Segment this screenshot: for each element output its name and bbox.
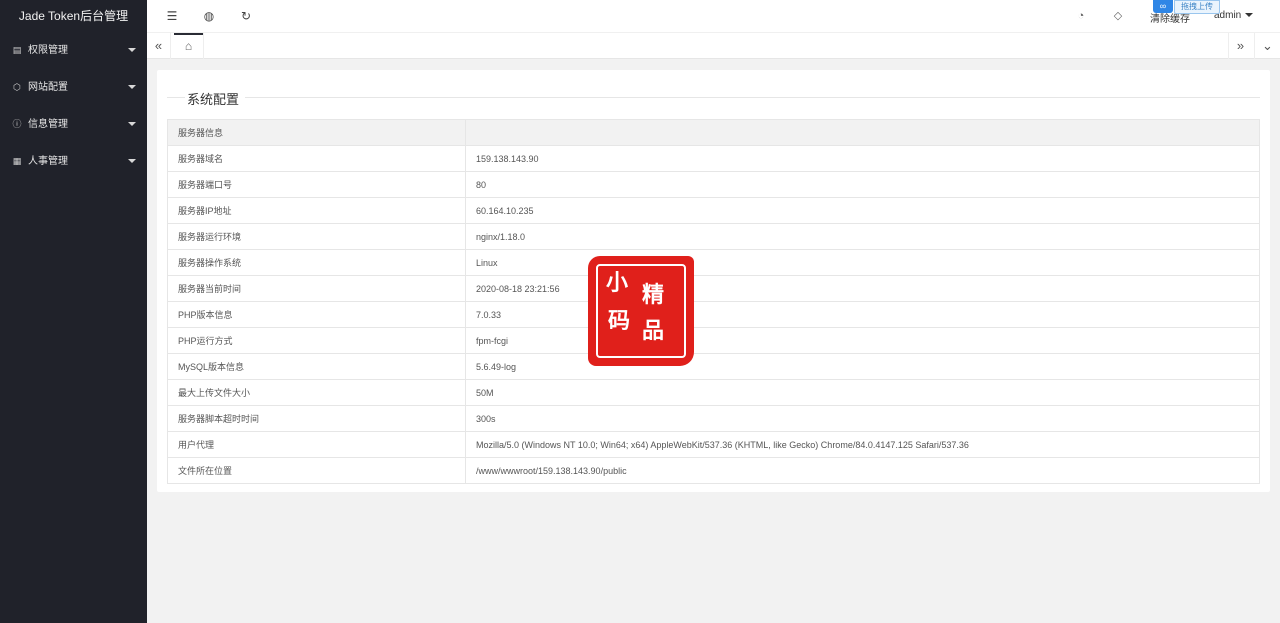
row-value: 5.6.49-log [465,353,1260,380]
row-value: Mozilla/5.0 (Windows NT 10.0; Win64; x64… [465,431,1260,458]
stamp-char: 品 [642,318,665,344]
table-row: 最大上传文件大小 50M [167,379,1260,406]
cloud-logo-icon[interactable]: ∞ [1153,0,1173,13]
chevron-down-icon [128,122,136,126]
sidebar-item-label: 信息管理 [28,119,68,130]
row-value: 7.0.33 [465,301,1260,328]
table-row: 用户代理 Mozilla/5.0 (Windows NT 10.0; Win64;… [167,431,1260,458]
menu-toggle-icon[interactable]: ☰ [165,9,179,23]
row-key: 用户代理 [167,431,466,458]
row-value: 159.138.143.90 [465,145,1260,172]
globe-icon[interactable]: ◍ [202,9,216,23]
sidebar-item-label: 人事管理 [28,156,68,167]
row-key: 最大上传文件大小 [167,379,466,406]
top-header: ☰ ◍ ↻ ◔ ◇ 清除缓存 admin [147,0,1280,32]
row-key: 服务器端口号 [167,171,466,198]
row-key: 服务器当前时间 [167,275,466,302]
tabs-menu-chevron-icon[interactable]: ⌄ [1254,33,1280,59]
row-key: PHP版本信息 [167,301,466,328]
watermark-stamp: 小 精 码 品 [590,258,692,364]
row-key: 服务器IP地址 [167,197,466,224]
row-key: MySQL版本信息 [167,353,466,380]
table-row: 服务器IP地址 60.164.10.235 [167,197,1260,224]
divider [245,97,1260,98]
theme-icon[interactable]: ◔ [1074,9,1088,23]
row-key: PHP运行方式 [167,327,466,354]
table-row: MySQL版本信息 5.6.49-log [167,353,1260,380]
divider [167,97,185,98]
chevron-down-icon [128,48,136,52]
tab-home-icon[interactable]: ⌂ [174,33,204,59]
table-row: 服务器脚本超时时间 300s [167,405,1260,432]
tag-icon[interactable]: ◇ [1111,9,1125,23]
row-value: Linux [465,249,1260,276]
row-value: 300s [465,405,1260,432]
table-header-row: 服务器信息 [167,119,1260,146]
drag-upload-button[interactable]: 拖拽上传 [1174,0,1220,14]
tabs-next-icon[interactable]: » [1228,33,1252,59]
server-info-table: 服务器信息 服务器域名 159.138.143.90 服务器端口号 80 服务器IP地址… [167,119,1260,484]
row-value: fpm-fcgi [465,327,1260,354]
app-title[interactable]: Jade Token后台管理 [0,0,147,32]
stamp-char: 码 [608,308,631,334]
stamp-char: 精 [642,282,665,308]
sidebar-item-info[interactable]: ⓘ 信息管理 [0,106,147,143]
row-value: nginx/1.18.0 [465,223,1260,250]
table-row: 服务器当前时间 2020-08-18 23:21:56 [167,275,1260,302]
sidebar-item-site-config[interactable]: ⬡ 网站配置 [0,69,147,106]
chevron-down-icon [128,85,136,89]
sidebar-item-label: 权限管理 [28,45,68,56]
cube-icon: ⬡ [13,82,21,92]
system-config-card: 系统配置 服务器信息 服务器域名 159.138.143.90 服务器端口号 80 服务… [157,70,1270,492]
row-value: 60.164.10.235 [465,197,1260,224]
row-value: 50M [465,379,1260,406]
chevron-down-icon [1245,13,1254,17]
row-key: 服务器脚本超时时间 [167,405,466,432]
sidebar-item-personnel[interactable]: ▦ 人事管理 [0,143,147,180]
info-circle-icon: ⓘ [12,119,22,129]
table-row: PHP版本信息 7.0.33 [167,301,1260,328]
stamp-char: 小 [606,270,629,296]
sidebar-item-label: 网站配置 [28,82,68,93]
table-header-cell [465,119,1260,146]
row-key: 服务器操作系统 [167,249,466,276]
tab-bar: « ⌂ » ⌄ [147,32,1280,59]
chevron-down-icon [128,159,136,163]
refresh-icon[interactable]: ↻ [239,9,253,23]
row-key: 文件所在位置 [167,457,466,484]
row-value: /www/wwwroot/159.138.143.90/public [465,457,1260,484]
table-row: 文件所在位置/www/wwwroot/159.138.143.90/public [167,457,1260,484]
row-key: 服务器运行环境 [167,223,466,250]
document-icon: ▦ [12,156,22,166]
row-key: 服务器域名 [167,145,466,172]
table-row: 服务器操作系统 Linux [167,249,1260,276]
table-row: 服务器端口号 80 [167,171,1260,198]
row-value: 80 [465,171,1260,198]
table-row: 服务器运行环境 nginx/1.18.0 [167,223,1260,250]
table-header-cell: 服务器信息 [167,119,466,146]
tabs-prev-icon[interactable]: « [147,33,171,59]
bars-icon: ▤ [12,45,22,55]
section-title: 系统配置 [187,92,240,107]
table-row: PHP运行方式 fpm-fcgi [167,327,1260,354]
sidebar: Jade Token后台管理 ▤ 权限管理 ⬡ 网站配置 ⓘ 信息管理 ▦ 人事管理 [0,0,147,623]
sidebar-item-permissions[interactable]: ▤ 权限管理 [0,32,147,69]
row-value: 2020-08-18 23:21:56 [465,275,1260,302]
table-row: 服务器域名 159.138.143.90 [167,145,1260,172]
